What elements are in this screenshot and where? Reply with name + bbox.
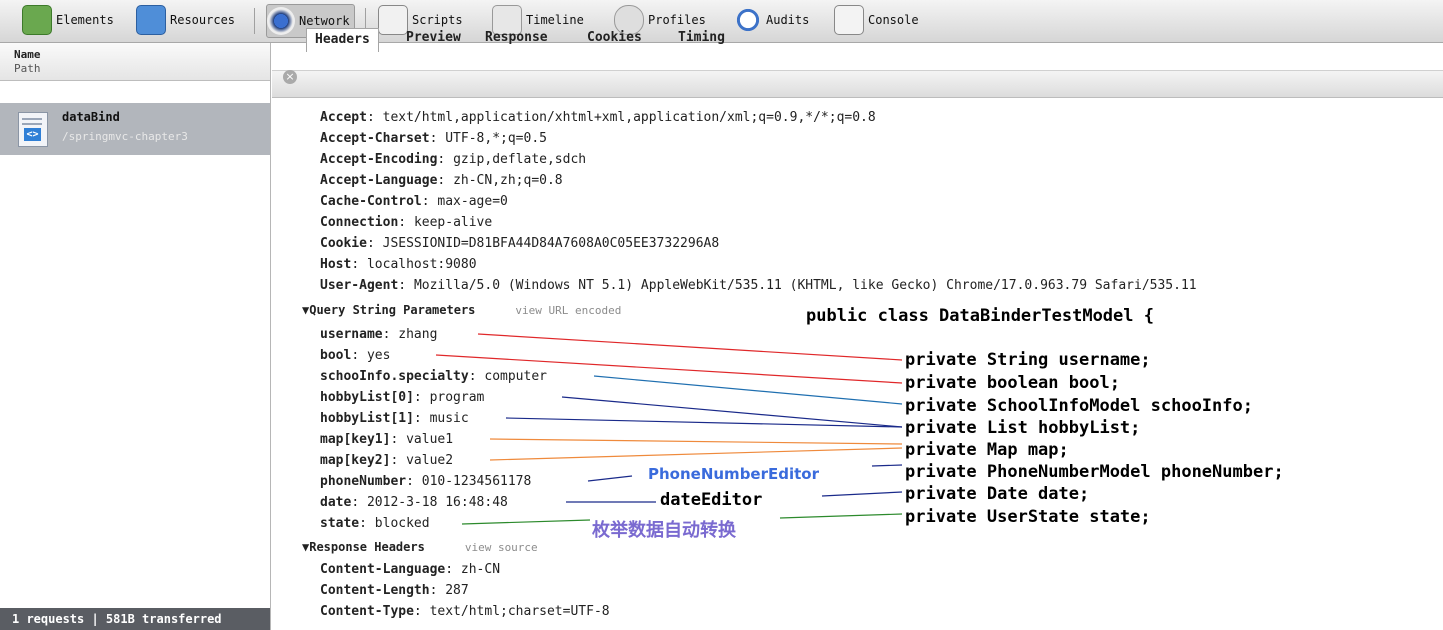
model-field: private String username; [905,350,1151,370]
model-field: private Map map; [905,440,1069,460]
connector-state-left [461,519,591,525]
connector-map-key2 [489,447,903,461]
connector-hobbylist0 [561,396,903,428]
model-class-declaration: public class DataBinderTestModel { [806,306,1154,326]
connector-state-right [779,513,903,519]
model-field: private List hobbyList; [905,418,1141,438]
phone-number-editor-label: PhoneNumberEditor [648,465,819,483]
connector-username [477,333,903,361]
connector-date-right [821,491,903,497]
enum-auto-convert-label: 枚举数据自动转换 [592,520,736,541]
connector-phone-left [587,475,633,482]
date-editor-label: dateEditor [660,490,763,510]
model-field: private SchoolInfoModel schooInfo; [905,396,1253,416]
model-field: private boolean bool; [905,373,1120,393]
connector-bool [435,354,903,384]
model-field: private UserState state; [905,507,1151,527]
model-field: private PhoneNumberModel phoneNumber; [905,462,1284,482]
connector-map-key1 [489,438,903,445]
connector-hobbylist1 [505,417,903,428]
connector-phone-right [871,464,903,467]
model-field: private Date date; [905,484,1090,504]
